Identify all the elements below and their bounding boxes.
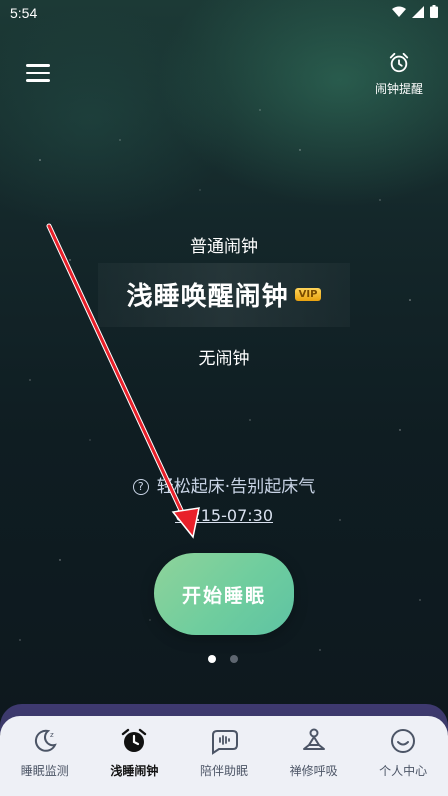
status-bar: 5:54 [0,0,448,26]
tab-label: 个人中心 [379,764,428,778]
tab-profile[interactable]: 个人中心 [358,716,448,796]
smiley-icon [391,729,416,753]
tab-label: 浅睡闹钟 [110,764,159,778]
status-time: 5:54 [10,5,38,21]
signal-icon [412,5,424,18]
starfield-background [19,109,421,651]
tab-sleep-monitor[interactable]: z 睡眠监测 [0,716,90,796]
sound-wave-icon [211,730,238,755]
meditation-icon [302,728,325,750]
menu-button[interactable] [26,64,50,84]
alarm-clock-icon [122,728,147,752]
tip-text: 轻松起床·告别起床气 [156,477,316,497]
alarm-reminder-button[interactable]: 闹钟提醒 [372,52,426,97]
bottom-tab-bar: z 睡眠监测 浅睡闹钟 陪伴助眠 禅修呼吸 个人中心 [0,716,448,796]
tab-meditation-breathing[interactable]: 禅修呼吸 [269,716,359,796]
page-dot-1 [208,655,216,663]
page-dot-2 [230,655,238,663]
alarm-time-range[interactable]: 07:15-07:30 [0,506,448,525]
vip-badge: VIP [294,288,322,301]
alarm-reminder-label: 闹钟提醒 [374,82,423,96]
tab-light-sleep-alarm[interactable]: 浅睡闹钟 [90,716,180,796]
mode-normal-alarm[interactable]: 普通闹钟 [0,232,448,257]
page-indicator [208,655,238,663]
moon-icon: z [34,729,57,752]
hamburger-icon [26,64,50,67]
question-icon: ? [132,479,149,495]
annotation-arrow [46,223,200,539]
mode-no-alarm[interactable]: 无闹钟 [0,344,448,369]
tab-companion-sleep[interactable]: 陪伴助眠 [179,716,269,796]
tab-label: 禅修呼吸 [289,764,338,778]
battery-icon [430,5,438,18]
mode-active-label: 浅睡唤醒闹钟 [126,282,289,312]
tab-label: 睡眠监测 [20,764,69,778]
mode-light-sleep-alarm[interactable]: 浅睡唤醒闹钟 VIP [0,276,448,313]
tip-row[interactable]: ? 轻松起床·告别起床气 [0,472,448,497]
alarm-clock-icon [389,52,409,73]
wifi-icon [392,6,406,17]
tab-label: 陪伴助眠 [199,764,248,778]
svg-text:z: z [50,731,54,739]
start-sleep-button[interactable]: 开始睡眠 [154,553,294,635]
